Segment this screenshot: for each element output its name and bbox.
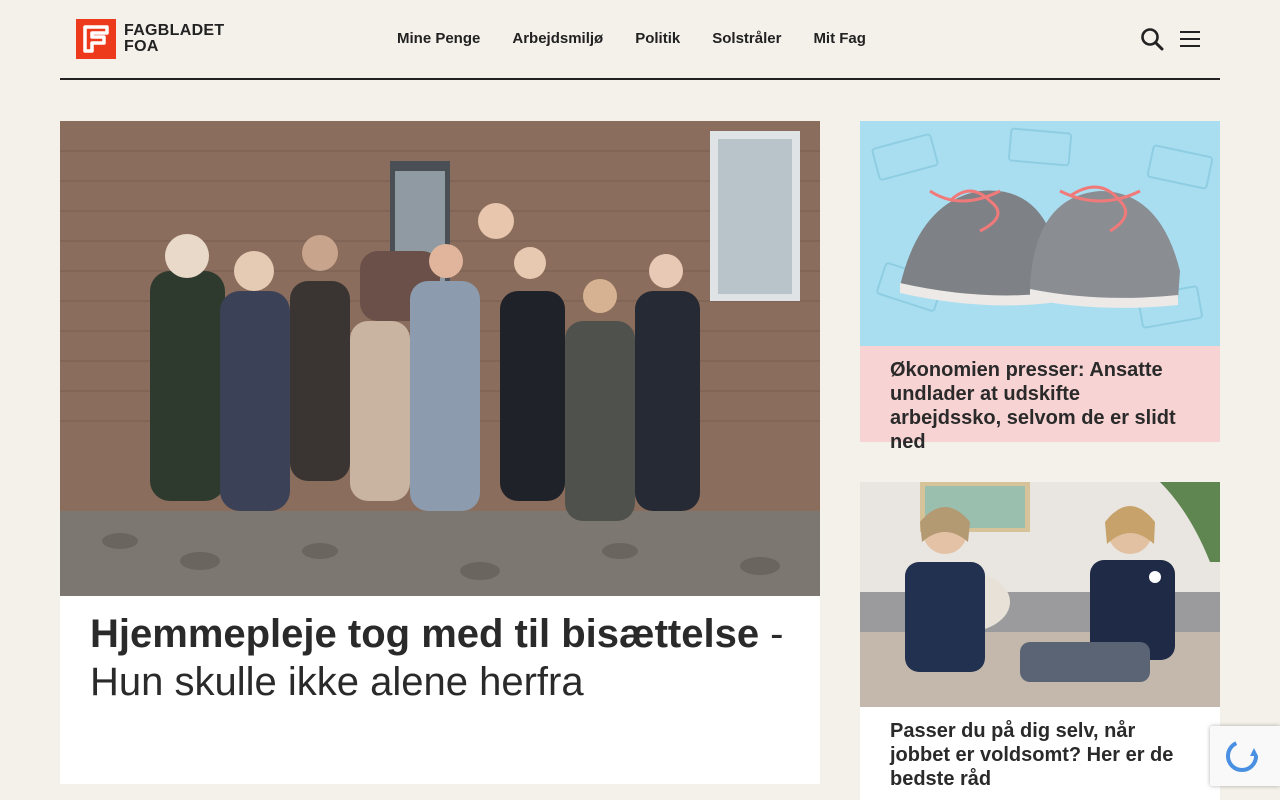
main-nav: Mine Penge Arbejdsmiljø Politik Solstrål… (397, 29, 866, 49)
logo-mark-icon (76, 19, 116, 59)
logo-line-1: FAGBLADET (124, 22, 225, 39)
search-icon[interactable] (1140, 27, 1164, 51)
site-logo[interactable]: FAGBLADET FOA (76, 19, 224, 59)
recaptcha-badge[interactable] (1210, 726, 1280, 786)
hero-headline[interactable]: Hjemmepleje tog med til bisættelse - Hun… (60, 596, 820, 706)
card-headline-shoes-bold: Økonomien presser: (890, 359, 1085, 381)
card-headline-shoes[interactable]: Økonomien presser: Ansatte undlader at u… (860, 346, 1220, 454)
hamburger-menu-icon[interactable] (1179, 28, 1201, 50)
nav-item-mine-penge[interactable]: Mine Penge (397, 29, 480, 49)
logo-text: FAGBLADET FOA (124, 23, 224, 55)
card-image-violence (860, 482, 1220, 707)
nav-item-politik[interactable]: Politik (635, 29, 680, 49)
article-card-shoes[interactable]: Økonomien presser: Ansatte undlader at u… (860, 121, 1220, 453)
nav-item-solstraler[interactable]: Solstråler (712, 29, 781, 49)
logo-line-2: FOA (124, 38, 159, 55)
card-headline-violence[interactable]: Passer du på dig selv, når jobbet er vol… (860, 707, 1220, 791)
hero-headline-bold: Hjemmepleje tog med til bisættelse (90, 612, 760, 656)
hero-article[interactable]: Hjemmepleje tog med til bisættelse - Hun… (60, 121, 820, 784)
nav-item-mit-fag[interactable]: Mit Fag (813, 29, 866, 49)
article-card-violence[interactable]: Passer du på dig selv, når jobbet er vol… (860, 482, 1220, 800)
nav-item-arbejdsmiljo[interactable]: Arbejdsmiljø (512, 29, 603, 49)
card-image-shoes (860, 121, 1220, 346)
hero-image (60, 121, 820, 596)
site-header: FAGBLADET FOA Mine Penge Arbejdsmiljø Po… (60, 0, 1220, 80)
